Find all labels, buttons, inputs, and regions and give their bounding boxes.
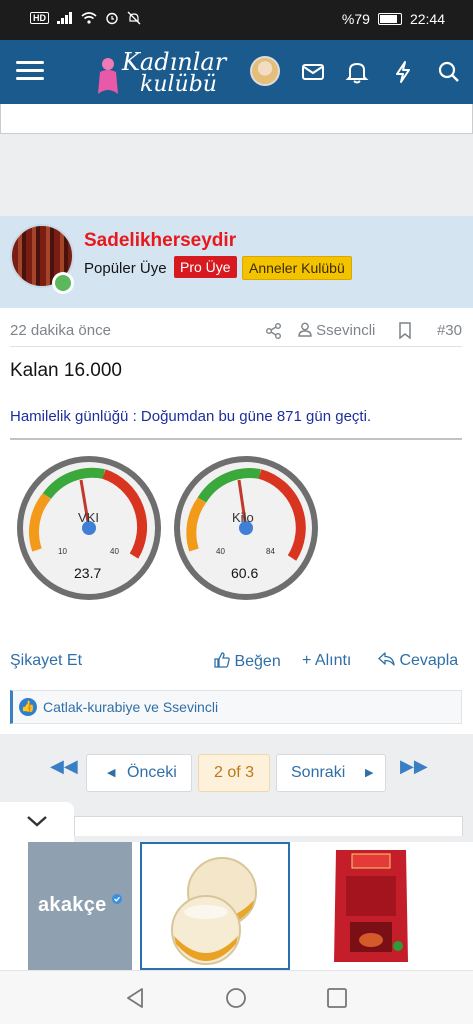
- site-logo[interactable]: Kadınlar kulübü: [92, 46, 232, 100]
- signature-divider: [10, 438, 462, 440]
- author-username[interactable]: Sadelikherseydir: [84, 230, 236, 252]
- quote-label: Alıntı: [314, 652, 352, 669]
- signature-gauges: VKI 10 40 23.7 Kilo 40 84 60.6: [17, 456, 318, 600]
- bmi-gauge-label: VKI: [78, 510, 99, 525]
- ad-strip: [0, 104, 473, 216]
- post-body: 22 dakika önce Ssevincli #30 Kalan 16.00…: [0, 308, 473, 734]
- meta-divider: [10, 346, 462, 347]
- next-page-button[interactable]: Sonraki ▶: [276, 754, 386, 792]
- mothers-club-badge: Anneler Kulübü: [242, 256, 352, 280]
- pagination: ◀◀ ◀ Önceki 2 of 3 Sonraki ▶ ▶▶: [0, 734, 473, 802]
- reply-label: Cevapla: [399, 652, 459, 669]
- network-type-badge: HD: [30, 12, 49, 24]
- bmi-gauge-value: 23.7: [74, 565, 101, 581]
- post-author-header: Sadelikherseydir Popüler Üye Pro Üye Ann…: [0, 216, 473, 308]
- home-icon[interactable]: [225, 987, 247, 1009]
- weight-gauge: Kilo 40 84 60.6: [174, 456, 318, 600]
- next-arrow-icon: ▶: [365, 767, 374, 779]
- ad-frame-top: [74, 816, 463, 836]
- prev-page-button[interactable]: ◀ Önceki: [86, 754, 192, 792]
- logo-figure-icon: [98, 58, 118, 94]
- last-page-icon[interactable]: ▶▶: [400, 756, 428, 777]
- weight-gauge-label: Kilo: [232, 510, 254, 525]
- signature-text[interactable]: Hamilelik günlüğü : Doğumdan bu güne 871…: [10, 408, 371, 425]
- avatar[interactable]: [250, 56, 280, 86]
- quoted-user-link[interactable]: Ssevincli: [298, 322, 375, 339]
- menu-icon[interactable]: [14, 56, 46, 88]
- back-icon[interactable]: [124, 987, 146, 1009]
- chevron-down-icon: [27, 816, 47, 827]
- quoted-user-name: Ssevincli: [316, 322, 376, 339]
- quote-button[interactable]: + Alıntı: [302, 652, 351, 670]
- likes-text: Catlak-kurabiye ve Ssevincli: [43, 699, 219, 715]
- alarm-icon: [106, 12, 118, 25]
- like-label: Beğen: [234, 653, 281, 670]
- like-button[interactable]: Beğen: [214, 652, 281, 671]
- user-icon: [298, 322, 312, 337]
- perfume-bottles-image: [171, 857, 257, 965]
- mute-icon: [127, 11, 141, 25]
- battery-icon: [377, 13, 402, 25]
- bmi-gauge-min: 10: [58, 547, 67, 556]
- battery-percent: %79: [341, 11, 370, 27]
- post-time[interactable]: 22 dakika önce: [10, 322, 111, 339]
- search-icon[interactable]: [434, 57, 464, 87]
- app-header: Kadınlar kulübü: [0, 40, 473, 104]
- ad-product-tea[interactable]: [298, 842, 444, 970]
- report-button[interactable]: Şikayet Et: [10, 652, 82, 670]
- bell-icon[interactable]: [342, 57, 372, 87]
- thumbs-up-icon: [214, 652, 230, 668]
- plus-icon: +: [302, 652, 312, 669]
- wifi-icon: [81, 12, 97, 24]
- signal-icon: [57, 12, 72, 24]
- current-page[interactable]: 2 of 3: [198, 754, 270, 792]
- ad-product-perfume[interactable]: [140, 842, 290, 970]
- prev-label: Önceki: [127, 764, 177, 781]
- like-badge-icon: 👍: [19, 698, 37, 716]
- first-page-icon[interactable]: ◀◀: [50, 756, 78, 777]
- collapse-ad-button[interactable]: [0, 802, 74, 842]
- ad-banner[interactable]: [0, 104, 473, 134]
- logo-text-line2: kulübü: [140, 72, 217, 97]
- weight-gauge-min: 40: [216, 547, 225, 556]
- reply-icon: [378, 652, 395, 666]
- pro-member-badge: Pro Üye: [174, 256, 237, 278]
- prev-arrow-icon: ◀: [107, 767, 116, 779]
- verified-icon: [112, 894, 122, 904]
- author-user-title: Popüler Üye: [84, 260, 167, 277]
- share-icon[interactable]: [265, 322, 283, 340]
- post-meta: 22 dakika önce Ssevincli #30: [10, 322, 462, 344]
- bolt-icon[interactable]: [388, 57, 418, 87]
- weight-gauge-value: 60.6: [231, 565, 258, 581]
- reply-button[interactable]: Cevapla: [378, 652, 458, 670]
- mail-icon[interactable]: [298, 57, 328, 87]
- ad-carousel: akakçe: [0, 842, 473, 970]
- next-label: Sonraki: [291, 764, 346, 781]
- clock: 22:44: [409, 11, 445, 27]
- online-status-icon: [52, 272, 74, 294]
- system-nav-bar: [0, 970, 473, 1024]
- ad-brand-name: akakçe: [38, 894, 107, 916]
- post-message: Kalan 16.000: [10, 360, 122, 381]
- bmi-gauge-max: 40: [110, 547, 119, 556]
- post-actions: Şikayet Et Beğen + Alıntı Cevapla: [10, 652, 462, 674]
- recents-icon[interactable]: [326, 987, 348, 1009]
- tea-package-image: [334, 850, 408, 962]
- weight-gauge-max: 84: [266, 547, 275, 556]
- ad-brand-tile[interactable]: akakçe: [28, 842, 132, 970]
- bookmark-icon[interactable]: [398, 322, 412, 339]
- status-bar: HD %79 22:44: [0, 0, 473, 40]
- post-number[interactable]: #30: [437, 322, 462, 339]
- bmi-gauge: VKI 10 40 23.7: [17, 456, 161, 600]
- likes-summary[interactable]: 👍 Catlak-kurabiye ve Ssevincli: [10, 690, 462, 724]
